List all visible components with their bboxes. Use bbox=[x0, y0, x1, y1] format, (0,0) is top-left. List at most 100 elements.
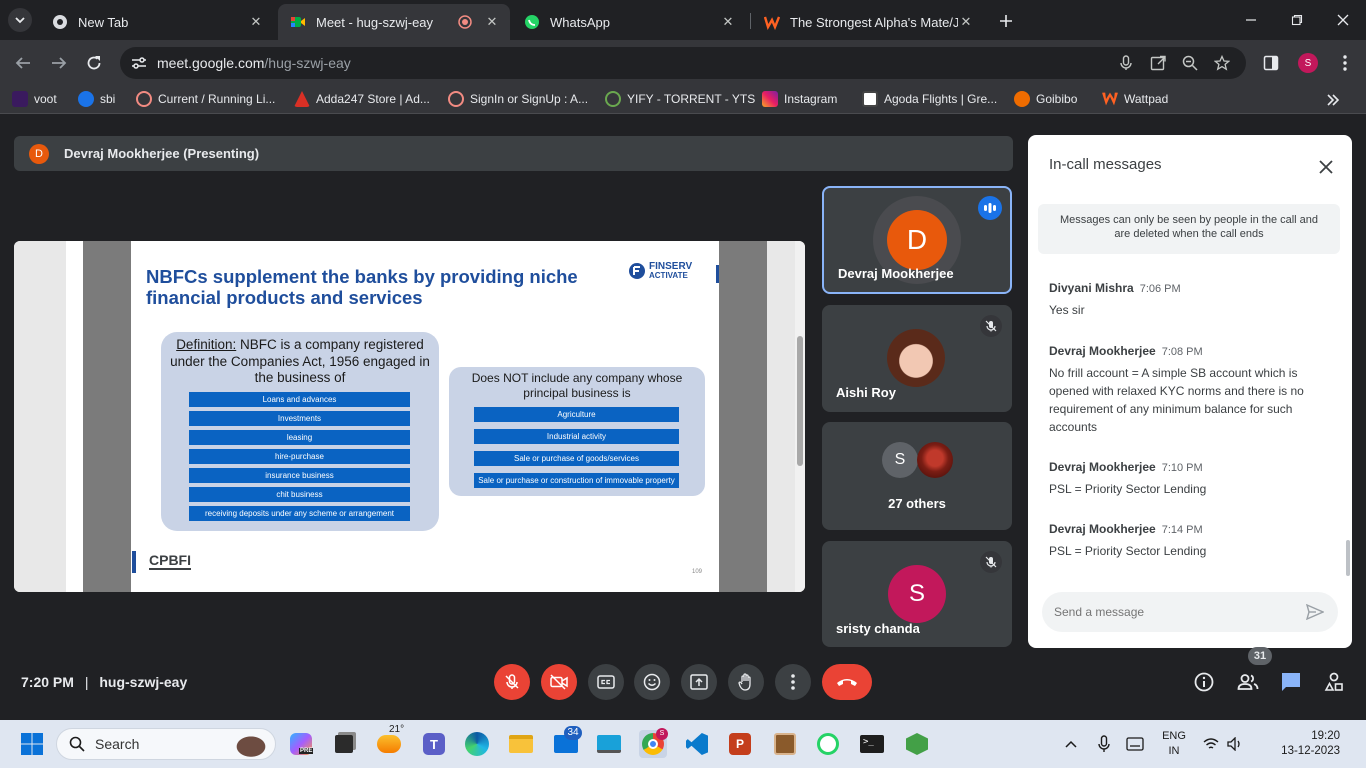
new-tab-button[interactable] bbox=[994, 9, 1018, 33]
taskbar-search-box[interactable]: Search bbox=[56, 728, 276, 760]
profile-avatar[interactable]: S bbox=[1298, 53, 1318, 73]
taskbar-app-cube[interactable] bbox=[903, 730, 931, 758]
forward-arrow-icon[interactable] bbox=[50, 54, 68, 72]
slide-right-bar bbox=[719, 241, 767, 592]
presenter-label: Devraj Mookherjee (Presenting) bbox=[64, 146, 260, 161]
chat-button[interactable] bbox=[1277, 668, 1305, 696]
people-button[interactable] bbox=[1234, 668, 1262, 696]
system-clock[interactable]: 19:20 13-12-2023 bbox=[1252, 729, 1340, 759]
taskbar-vscode[interactable] bbox=[683, 730, 711, 758]
side-panel-icon[interactable] bbox=[1263, 55, 1279, 71]
scrollbar-thumb[interactable] bbox=[797, 336, 803, 466]
kebab-menu-icon[interactable] bbox=[1337, 54, 1353, 72]
raise-hand-button[interactable] bbox=[728, 664, 764, 700]
reload-icon[interactable] bbox=[85, 54, 103, 72]
close-icon[interactable]: ✕ bbox=[484, 14, 500, 30]
bookmark-voot[interactable]: voot bbox=[12, 91, 57, 107]
more-bookmarks-icon[interactable] bbox=[1326, 93, 1340, 107]
microphone-icon[interactable] bbox=[1118, 55, 1134, 71]
vscode-icon bbox=[686, 733, 708, 755]
chat-input[interactable] bbox=[1054, 603, 1284, 621]
stage-scrollbar[interactable] bbox=[795, 241, 805, 592]
close-chat-button[interactable] bbox=[1314, 155, 1338, 179]
meeting-details-button[interactable] bbox=[1190, 668, 1218, 696]
volume-icon[interactable] bbox=[1227, 737, 1243, 751]
microphone-icon[interactable] bbox=[1097, 735, 1111, 753]
bookmark-adda247[interactable]: Adda247 Store | Ad... bbox=[294, 91, 430, 107]
close-icon[interactable]: ✕ bbox=[248, 14, 264, 30]
taskbar-task-view[interactable] bbox=[330, 730, 358, 758]
close-window-button[interactable] bbox=[1328, 10, 1358, 30]
taskbar-chrome[interactable]: S bbox=[639, 728, 668, 758]
bookmark-current-running[interactable]: Current / Running Li... bbox=[136, 91, 275, 107]
taskbar-remote-desktop[interactable] bbox=[595, 730, 623, 758]
close-icon[interactable]: ✕ bbox=[958, 14, 974, 30]
taskbar-copilot[interactable]: PRE bbox=[287, 730, 315, 758]
taskbar-file-explorer[interactable] bbox=[507, 730, 535, 758]
present-screen-button[interactable] bbox=[681, 664, 717, 700]
start-button[interactable] bbox=[18, 730, 46, 758]
mic-off-icon bbox=[985, 556, 997, 568]
taskbar-whatsapp[interactable] bbox=[814, 730, 842, 758]
activities-button[interactable] bbox=[1320, 668, 1348, 696]
presenter-bar: D Devraj Mookherjee (Presenting) bbox=[14, 136, 1013, 171]
keyboard-layout-icon[interactable] bbox=[1126, 737, 1144, 751]
chrome-icon bbox=[53, 15, 67, 29]
chevron-up-icon[interactable] bbox=[1064, 738, 1078, 750]
wifi-icon[interactable] bbox=[1203, 737, 1219, 751]
minimize-button[interactable] bbox=[1236, 10, 1266, 30]
goibibo-icon bbox=[1014, 91, 1030, 107]
bookmark-wattpad[interactable]: Wattpad bbox=[1102, 91, 1168, 107]
bookmark-agoda[interactable]: Agoda Flights | Gre... bbox=[862, 91, 997, 107]
bookmark-star-icon[interactable] bbox=[1214, 55, 1230, 71]
info-icon bbox=[1194, 672, 1214, 692]
chat-input-box[interactable] bbox=[1042, 592, 1338, 632]
slide-footer-bar bbox=[132, 551, 136, 573]
tab-wattpad[interactable]: The Strongest Alpha's Mate/JJK ✕ bbox=[752, 4, 984, 40]
minimize-icon bbox=[1246, 19, 1256, 21]
bookmark-signin[interactable]: SignIn or SignUp : A... bbox=[448, 91, 588, 107]
chat-scrollbar[interactable] bbox=[1346, 540, 1350, 576]
tab-meet[interactable]: Meet - hug-szwj-eay ✕ bbox=[278, 4, 510, 40]
address-bar[interactable]: meet.google.com/hug-szwj-eay bbox=[120, 47, 1246, 79]
restore-button[interactable] bbox=[1282, 10, 1312, 30]
participant-tile-sristy[interactable]: S sristy chanda bbox=[822, 541, 1012, 647]
participant-tile-others[interactable]: S 27 others bbox=[822, 422, 1012, 530]
search-highlight-image bbox=[229, 731, 269, 757]
back-arrow-icon[interactable] bbox=[14, 54, 32, 72]
taskbar-app-calendar[interactable] bbox=[771, 730, 799, 758]
camera-toggle-button[interactable] bbox=[541, 664, 577, 700]
bookmark-sbi[interactable]: sbi bbox=[78, 91, 115, 107]
taskbar-powerpoint[interactable]: P bbox=[726, 730, 754, 758]
tab-whatsapp[interactable]: WhatsApp ✕ bbox=[512, 4, 746, 40]
taskbar-teams[interactable]: T bbox=[420, 730, 448, 758]
site-settings-icon[interactable] bbox=[130, 54, 148, 72]
tab-search-button[interactable] bbox=[8, 8, 32, 32]
close-icon bbox=[1319, 160, 1333, 174]
taskbar-terminal[interactable]: >_ bbox=[858, 730, 886, 758]
others-count: 27 others bbox=[888, 496, 946, 511]
bookmark-instagram[interactable]: Instagram bbox=[762, 91, 837, 107]
bookmark-yify[interactable]: YIFY - TORRENT - YTS bbox=[605, 91, 755, 107]
reactions-button[interactable] bbox=[634, 664, 670, 700]
open-in-new-icon[interactable] bbox=[1150, 55, 1166, 71]
bookmark-goibibo[interactable]: Goibibo bbox=[1014, 91, 1077, 107]
plus-icon bbox=[1000, 15, 1012, 27]
taskbar-mail[interactable]: 34 bbox=[552, 726, 582, 758]
zoom-icon[interactable] bbox=[1182, 55, 1198, 71]
captions-button[interactable] bbox=[588, 664, 624, 700]
exclude-item: Agriculture bbox=[474, 407, 679, 422]
tab-new-tab[interactable]: New Tab ✕ bbox=[40, 4, 274, 40]
language-indicator[interactable]: ENG IN bbox=[1158, 729, 1190, 759]
taskbar-weather[interactable]: 21° bbox=[375, 724, 404, 758]
more-options-button[interactable] bbox=[775, 664, 811, 700]
close-icon[interactable]: ✕ bbox=[720, 14, 736, 30]
monitor-icon bbox=[597, 735, 621, 753]
send-icon[interactable] bbox=[1306, 604, 1324, 620]
participant-tile-aishi[interactable]: Aishi Roy bbox=[822, 305, 1012, 412]
microphone-toggle-button[interactable] bbox=[494, 664, 530, 700]
google-meet-icon bbox=[291, 17, 305, 27]
leave-call-button[interactable] bbox=[822, 664, 872, 700]
taskbar-edge[interactable] bbox=[463, 730, 491, 758]
participant-tile-devraj[interactable]: D Devraj Mookherjee bbox=[822, 186, 1012, 294]
